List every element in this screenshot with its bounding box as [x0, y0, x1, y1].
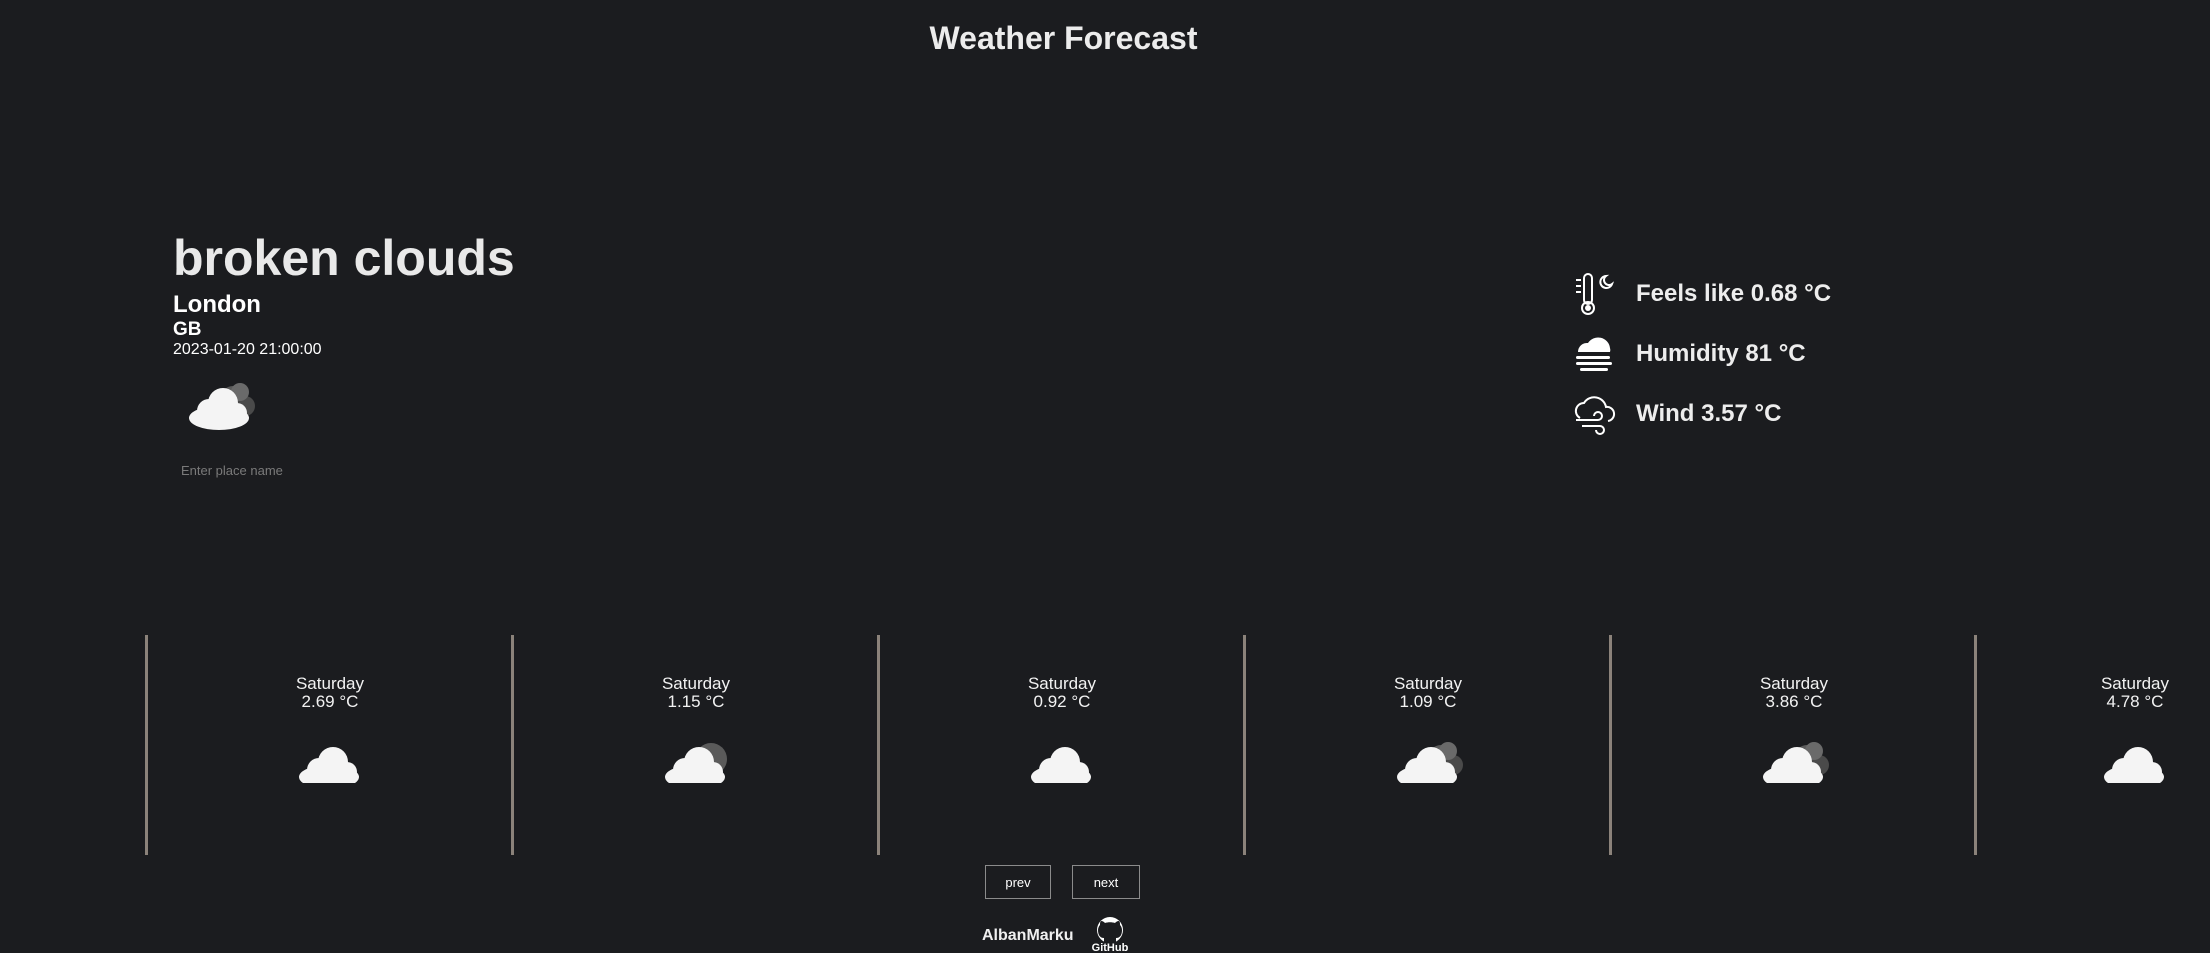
current-summary: broken clouds London GB 2023-01-20 21:00…: [173, 228, 515, 430]
forecast-temp: 2.69 °C: [301, 692, 359, 711]
next-button[interactable]: next: [1072, 865, 1140, 899]
humidity-row: Humidity 81 °C: [1572, 324, 1831, 384]
cloud-icon: [2104, 747, 2164, 783]
forecast-temp: 0.92 °C: [1033, 692, 1091, 711]
forecast-day: Saturday: [1027, 674, 1097, 693]
feels-like-row: Feels like 0.68 °C: [1572, 264, 1831, 324]
city-name: London: [173, 291, 261, 318]
forecast-divider: [1243, 635, 1246, 855]
forecast-day: Saturday: [295, 674, 365, 693]
prev-button[interactable]: prev: [985, 865, 1051, 899]
wind-row: Wind 3.57 °C: [1572, 384, 1831, 444]
thermometer-moon-icon: [1576, 273, 1615, 315]
forecast-temp: 3.86 °C: [1765, 692, 1823, 711]
author-link[interactable]: AlbanMarku: [982, 927, 1074, 945]
country-code: GB: [173, 319, 202, 340]
cloud-icon: [299, 747, 359, 783]
forecast-divider: [1609, 635, 1612, 855]
broken-clouds-icon: [1763, 742, 1829, 783]
wind-text: Wind 3.57 °C: [1636, 400, 1782, 427]
forecast-temp: 1.15 °C: [667, 692, 725, 711]
forecast-day: Saturday: [2100, 675, 2170, 693]
cloud-icon: [1031, 747, 1091, 783]
forecast-divider: [1974, 635, 1977, 855]
cloud-moon-icon: [665, 743, 727, 783]
fog-icon: [1576, 337, 1612, 371]
forecast-day: Saturday: [1759, 674, 1829, 693]
forecast-card: Saturday 1.15 °C: [596, 675, 796, 783]
forecast-day: Saturday: [1393, 674, 1463, 693]
github-link[interactable]: GitHub: [1088, 916, 1132, 953]
forecast-temp: 4.78 °C: [2106, 692, 2164, 711]
forecast-card: Saturday 3.86 °C: [1694, 675, 1894, 783]
weather-app: Weather Forecast broken clouds London GB…: [0, 0, 2210, 953]
forecast-day: Saturday: [661, 674, 731, 693]
observation-datetime: 2023-01-20 21:00:00: [173, 341, 322, 358]
broken-clouds-icon: [1397, 742, 1463, 783]
forecast-card: Saturday 0.92 °C: [962, 675, 1162, 783]
wind-cloud-icon: [1574, 396, 1616, 435]
forecast-card: Saturday 4.78 °C: [2060, 675, 2210, 783]
forecast-carousel: Saturday 2.69 °C Saturday 1.15 °C Saturd…: [0, 635, 2210, 855]
humidity-text: Humidity 81 °C: [1636, 340, 1806, 367]
github-label: GitHub: [1091, 942, 1129, 953]
broken-clouds-icon: [189, 383, 255, 430]
forecast-card: Saturday 2.69 °C: [230, 675, 430, 783]
page-title: Weather Forecast: [929, 20, 1198, 56]
forecast-divider: [145, 635, 148, 855]
forecast-card: Saturday 1.09 °C: [1328, 675, 1528, 783]
forecast-divider: [511, 635, 514, 855]
weather-description: broken clouds: [173, 230, 515, 286]
weather-details: Feels like 0.68 °C Humidity 81 °C Wind 3…: [1572, 264, 1831, 444]
feels-like-text: Feels like 0.68 °C: [1636, 280, 1832, 307]
place-search-input[interactable]: [175, 455, 427, 485]
forecast-temp: 1.09 °C: [1399, 692, 1457, 711]
forecast-divider: [877, 635, 880, 855]
